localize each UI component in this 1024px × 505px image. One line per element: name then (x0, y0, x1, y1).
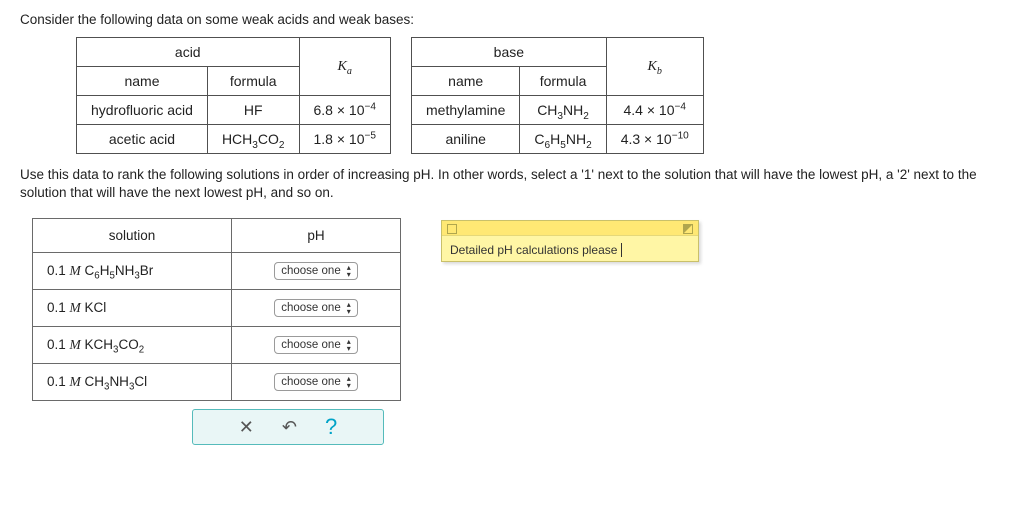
table-row: methylamine CH3NH2 4.4 × 10−4 (412, 96, 704, 125)
table-row: 0.1 M C6H5NH3Br choose one▴▾ (33, 253, 401, 290)
ph-select-2[interactable]: choose one▴▾ (274, 299, 357, 317)
intro-text: Consider the following data on some weak… (20, 12, 1004, 27)
acid-formula-header: formula (207, 67, 299, 96)
base-formula-cell: C6H5NH2 (520, 125, 606, 154)
table-row: 0.1 M KCH3CO2 choose one▴▾ (33, 327, 401, 364)
table-row: aniline C6H5NH2 4.3 × 10−10 (412, 125, 704, 154)
solution-cell: 0.1 M CH3NH3Cl (33, 364, 232, 401)
ph-header: pH (232, 219, 401, 253)
instructions-text: Use this data to rank the following solu… (20, 166, 1004, 202)
ph-select-1[interactable]: choose one▴▾ (274, 262, 357, 280)
acid-ka-cell: 6.8 × 10−4 (299, 96, 391, 125)
note-drag-bar[interactable] (442, 221, 698, 236)
base-formula-header: formula (520, 67, 606, 96)
acid-group-header: acid (77, 38, 300, 67)
acid-name-cell: acetic acid (77, 125, 208, 154)
base-name-cell: methylamine (412, 96, 520, 125)
solution-cell: 0.1 M KCl (33, 290, 232, 327)
note-resize-icon (683, 224, 693, 234)
table-row: 0.1 M CH3NH3Cl choose one▴▾ (33, 364, 401, 401)
base-formula-cell: CH3NH2 (520, 96, 606, 125)
base-table: base Kb name formula methylamine CH3NH2 … (411, 37, 704, 154)
solution-cell: 0.1 M C6H5NH3Br (33, 253, 232, 290)
undo-button[interactable]: ↶ (282, 418, 297, 436)
solution-header: solution (33, 219, 232, 253)
base-kb-cell: 4.4 × 10−4 (606, 96, 703, 125)
acid-name-cell: hydrofluoric acid (77, 96, 208, 125)
note-text[interactable]: Detailed pH calculations please (450, 243, 690, 257)
ph-select-4[interactable]: choose one▴▾ (274, 373, 357, 391)
ph-select-3[interactable]: choose one▴▾ (274, 336, 357, 354)
action-button-bar: ✕ ↶ ? (192, 409, 384, 445)
chevron-updown-icon: ▴▾ (347, 338, 351, 352)
note-handle-icon (447, 224, 457, 234)
chevron-updown-icon: ▴▾ (347, 375, 351, 389)
table-row: acetic acid HCH3CO2 1.8 × 10−5 (77, 125, 391, 154)
base-group-header: base (412, 38, 607, 67)
base-name-header: name (412, 67, 520, 96)
acid-ka-cell: 1.8 × 10−5 (299, 125, 391, 154)
help-button[interactable]: ? (325, 416, 337, 438)
acid-table: acid Ka name formula hydrofluoric acid H… (76, 37, 391, 154)
table-row: hydrofluoric acid HF 6.8 × 10−4 (77, 96, 391, 125)
acid-formula-cell: HCH3CO2 (207, 125, 299, 154)
ka-header: Ka (299, 38, 391, 96)
table-row: 0.1 M KCl choose one▴▾ (33, 290, 401, 327)
close-button[interactable]: ✕ (239, 418, 254, 436)
base-name-cell: aniline (412, 125, 520, 154)
acid-formula-cell: HF (207, 96, 299, 125)
base-kb-cell: 4.3 × 10−10 (606, 125, 703, 154)
solution-cell: 0.1 M KCH3CO2 (33, 327, 232, 364)
chevron-updown-icon: ▴▾ (347, 301, 351, 315)
solution-table: solution pH 0.1 M C6H5NH3Br choose one▴▾… (32, 218, 401, 401)
sticky-note[interactable]: Detailed pH calculations please (441, 220, 699, 262)
chevron-updown-icon: ▴▾ (347, 264, 351, 278)
constants-tables: acid Ka name formula hydrofluoric acid H… (76, 37, 1004, 154)
kb-header: Kb (606, 38, 703, 96)
acid-name-header: name (77, 67, 208, 96)
